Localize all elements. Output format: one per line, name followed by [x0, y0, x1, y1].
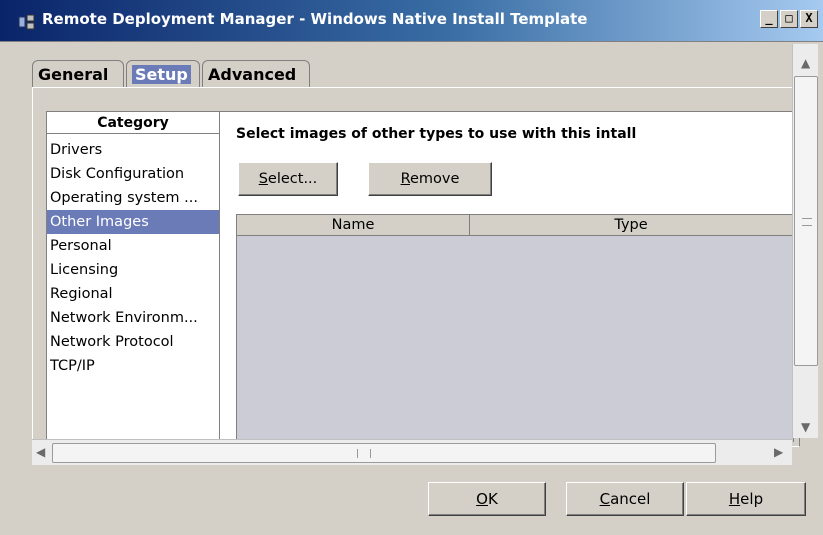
category-item-disk-configuration[interactable]: Disk Configuration	[47, 162, 219, 186]
scroll-down-icon[interactable]: ▼	[801, 420, 810, 434]
category-item-drivers[interactable]: Drivers	[47, 138, 219, 162]
grip-icon	[357, 449, 371, 458]
remove-mnemonic: R	[400, 171, 410, 187]
category-item-regional[interactable]: Regional	[47, 282, 219, 306]
category-list[interactable]: Category Drivers Disk Configuration Oper…	[46, 111, 220, 441]
horizontal-scrollbar[interactable]: ◀ ▶	[32, 439, 792, 465]
images-table[interactable]: Name Type	[236, 214, 794, 442]
category-item-other-images[interactable]: Other Images	[47, 210, 219, 234]
cancel-button[interactable]: Cancel	[566, 482, 684, 516]
category-header: Category	[47, 112, 219, 134]
window-title: Remote Deployment Manager - Windows Nati…	[42, 10, 588, 28]
help-mnemonic: H	[728, 490, 741, 508]
minimize-icon[interactable]: _	[760, 10, 778, 28]
tab-general[interactable]: General	[32, 60, 124, 88]
remove-label: emove	[410, 171, 460, 187]
grip-icon	[802, 218, 812, 226]
other-images-panel: Select images of other types to use with…	[220, 111, 794, 442]
cancel-label: ancel	[610, 490, 651, 508]
help-button[interactable]: Help	[686, 482, 806, 516]
app-icon	[18, 14, 36, 32]
column-header-type[interactable]: Type	[470, 215, 793, 236]
vertical-scrollbar[interactable]: ▲ ▼	[792, 44, 818, 438]
tab-label: General	[38, 65, 109, 84]
tab-advanced[interactable]: Advanced	[202, 60, 310, 88]
category-item-personal[interactable]: Personal	[47, 234, 219, 258]
tab-setup[interactable]: Setup	[126, 60, 200, 88]
help-label: elp	[740, 490, 764, 508]
tab-label: Setup	[132, 65, 191, 84]
category-item-network-protocol[interactable]: Network Protocol	[47, 330, 219, 354]
category-item-tcp-ip[interactable]: TCP/IP	[47, 354, 219, 378]
horizontal-scroll-thumb[interactable]	[52, 443, 716, 463]
maximize-icon[interactable]: □	[780, 10, 798, 28]
ok-mnemonic: O	[476, 490, 488, 508]
ok-button[interactable]: OK	[428, 482, 546, 516]
title-bar[interactable]: Remote Deployment Manager - Windows Nati…	[0, 0, 823, 42]
select-label: elect...	[267, 171, 318, 187]
select-mnemonic: S	[258, 171, 268, 187]
vertical-scroll-thumb[interactable]	[794, 76, 818, 366]
category-item-network-environment[interactable]: Network Environm...	[47, 306, 219, 330]
ok-label: K	[487, 490, 498, 508]
remove-button[interactable]: Remove	[368, 162, 492, 196]
instruction-text: Select images of other types to use with…	[236, 126, 637, 142]
close-icon[interactable]: X	[800, 10, 818, 28]
tab-label: Advanced	[208, 65, 297, 84]
scroll-left-icon[interactable]: ◀	[36, 445, 45, 459]
scroll-up-icon[interactable]: ▲	[801, 56, 810, 70]
category-item-licensing[interactable]: Licensing	[47, 258, 219, 282]
select-button[interactable]: Select...	[238, 162, 338, 196]
cancel-mnemonic: C	[599, 490, 611, 508]
category-item-operating-system[interactable]: Operating system ...	[47, 186, 219, 210]
column-header-name[interactable]: Name	[237, 215, 470, 236]
scroll-right-icon[interactable]: ▶	[774, 445, 783, 459]
